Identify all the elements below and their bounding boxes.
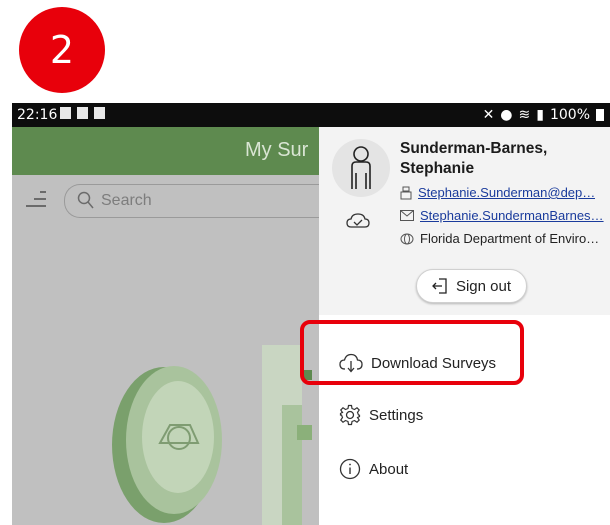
- image-notification-icon: [60, 107, 71, 119]
- status-icons: ✕ ● ≋ ▮ 100%: [483, 107, 604, 123]
- menu-item-download-surveys[interactable]: Download Surveys: [319, 341, 610, 385]
- organization-icon: [400, 233, 414, 244]
- sign-out-label: Sign out: [455, 277, 512, 295]
- notification-icons: [60, 107, 105, 119]
- user-name: Sunderman-Barnes, Stephanie: [400, 139, 600, 179]
- document-notification-icon: [77, 107, 88, 119]
- phone-screenshot: 22:16 ✕ ● ≋ ▮ 100% My Sur Search Sunderm…: [12, 103, 610, 525]
- person-icon: [351, 146, 371, 189]
- search-icon: [77, 191, 94, 209]
- organization-row: Florida Department of Enviro…: [400, 231, 610, 246]
- sign-out-icon: [432, 278, 447, 294]
- sign-out-button[interactable]: Sign out: [416, 269, 527, 303]
- search-bar[interactable]: [64, 184, 335, 218]
- username-icon: [400, 186, 412, 199]
- sort-menu-icon[interactable]: [26, 189, 48, 209]
- search-input[interactable]: [97, 185, 335, 217]
- username-row: Stephanie.Sunderman@dep…: [400, 185, 610, 200]
- user-name-line2: Stephanie: [400, 160, 475, 177]
- status-bar: 22:16 ✕ ● ≋ ▮ 100%: [12, 103, 610, 127]
- cloud-sync-icon: [346, 213, 370, 228]
- menu-item-label: About: [369, 460, 409, 478]
- menu-item-label: Settings: [369, 406, 424, 424]
- profile-header: Sunderman-Barnes, Stephanie Stephanie.Su…: [319, 127, 610, 315]
- organization-name: Florida Department of Enviro…: [420, 231, 600, 246]
- user-name-line1: Sunderman-Barnes,: [400, 140, 548, 157]
- status-time: 22:16: [17, 107, 58, 123]
- cloud-download-icon: [339, 353, 363, 373]
- clipboard-notification-icon: [94, 107, 105, 119]
- signal-icon: ▮: [536, 107, 544, 123]
- username-link[interactable]: Stephanie.Sunderman@dep…: [418, 185, 595, 200]
- battery-icon: [596, 109, 604, 121]
- info-icon: [339, 458, 361, 480]
- survey-illustration: [112, 345, 312, 525]
- location-icon: ●: [500, 107, 513, 123]
- battery-percent: 100%: [549, 107, 590, 123]
- menu-item-about[interactable]: About: [319, 447, 610, 491]
- menu-item-label: Download Surveys: [371, 354, 497, 372]
- gear-icon: [339, 404, 361, 426]
- app-title: My Sur: [245, 139, 309, 161]
- navigation-drawer: Sunderman-Barnes, Stephanie Stephanie.Su…: [319, 127, 610, 525]
- email-row: Stephanie.SundermanBarnes…: [400, 208, 610, 223]
- email-icon: [400, 210, 414, 221]
- menu-item-settings[interactable]: Settings: [319, 393, 610, 437]
- email-link[interactable]: Stephanie.SundermanBarnes…: [420, 208, 604, 223]
- avatar: [332, 139, 390, 197]
- wifi-icon: ≋: [518, 107, 531, 123]
- mute-icon: ✕: [482, 107, 495, 123]
- step-number-badge: 2: [19, 7, 105, 93]
